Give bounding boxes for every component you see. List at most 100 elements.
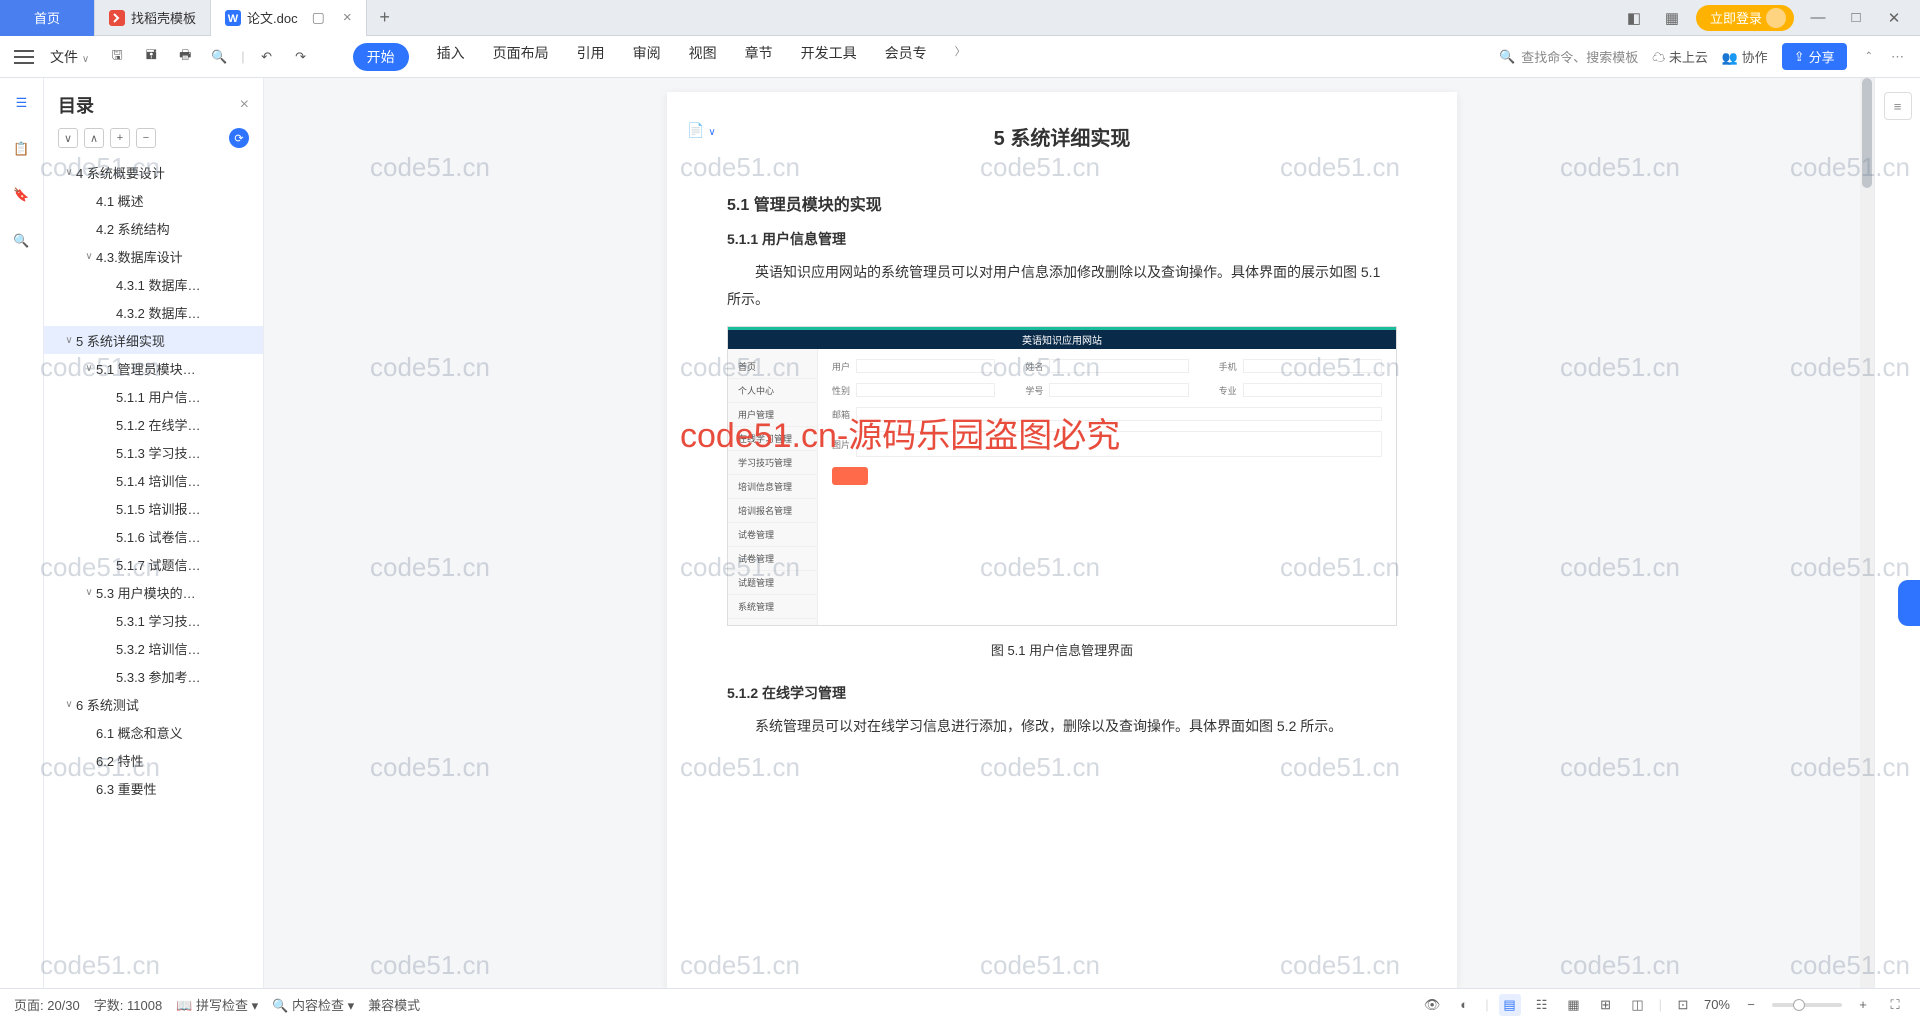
outline-node[interactable]: 5.3.3 参加考… [44,662,263,690]
figure-caption: 图 5.1 用户信息管理界面 [727,640,1397,659]
file-menu[interactable]: 文件 ∨ [44,47,95,67]
saveas-icon[interactable]: 🖬 [139,45,163,69]
outline-node[interactable]: 5.3.2 培训信… [44,634,263,662]
ribbon-tab-member[interactable]: 会员专 [885,43,927,71]
outline-node[interactable]: 5.3.1 学习技… [44,606,263,634]
tab-home[interactable]: 首页 [0,0,95,36]
zoom-slider[interactable] [1772,1003,1842,1007]
view-page-icon[interactable]: ▤ [1499,994,1521,1016]
print-icon[interactable]: 🖶 [173,45,197,69]
command-search[interactable]: 🔍查找命令、搜索模板 [1499,47,1638,66]
apps-icon[interactable]: ▦ [1658,4,1686,32]
document-area[interactable]: 📄 ∨ 5 系统详细实现 5.1 管理员模块的实现 5.1.1 用户信息管理 英… [264,78,1860,988]
close-button[interactable]: ✕ [1880,4,1908,32]
view-outline-icon[interactable]: ☷ [1531,994,1553,1016]
ribbon-tab-view[interactable]: 视图 [689,43,717,71]
outline-node[interactable]: ∨4.3.数据库设计 [44,242,263,270]
outline-icon[interactable]: ☰ [11,92,33,114]
outline-label: 5.1.5 培训报… [116,499,255,518]
ribbon-tab-chapter[interactable]: 章节 [745,43,773,71]
popout-icon[interactable]: ▢ [312,9,325,26]
tab-new[interactable]: + [367,0,403,36]
bookmark-icon[interactable]: 🔖 [11,184,33,206]
zoom-fit-icon[interactable]: ⊡ [1672,994,1694,1016]
tab-doc[interactable]: W 论文.doc ▢ × [211,0,367,36]
outline-node[interactable]: 5.1.3 学习技… [44,438,263,466]
hamburger-icon[interactable] [14,50,34,64]
ribbon-tab-insert[interactable]: 插入 [437,43,465,71]
ribbon-tab-dev[interactable]: 开发工具 [801,43,857,71]
login-button[interactable]: 立即登录 [1696,5,1794,31]
outline-node[interactable]: 5.1.6 试卷信… [44,522,263,550]
outline-node[interactable]: 4.3.2 数据库… [44,298,263,326]
outline-node[interactable]: 5.1.7 试题信… [44,550,263,578]
ribbon-more-icon[interactable]: 〉 [955,43,966,71]
view-read-icon[interactable]: ⊞ [1595,994,1617,1016]
add-heading-icon[interactable]: + [110,128,130,148]
ribbon-more[interactable]: ⋯ [1891,49,1906,65]
cloud-status[interactable]: ☁ 未上云 [1652,47,1708,66]
outline-node[interactable]: 6.3 重要性 [44,774,263,802]
compat-mode[interactable]: 兼容模式 [368,995,420,1014]
outline-node[interactable]: 5.1.1 用户信… [44,382,263,410]
undo-icon[interactable]: ↶ [255,45,279,69]
ribbon-tab-layout[interactable]: 页面布局 [493,43,549,71]
zoom-out-icon[interactable]: − [1740,994,1762,1016]
outline-node[interactable]: 6.1 概念和意义 [44,718,263,746]
focus-icon[interactable]: ◐ [1453,994,1475,1016]
outline-node[interactable]: ∨5 系统详细实现 [44,326,263,354]
maximize-button[interactable]: □ [1842,4,1870,32]
eye-icon[interactable]: 👁 [1421,994,1443,1016]
outline-node[interactable]: 5.1.4 培训信… [44,466,263,494]
outline-close-icon[interactable]: × [240,96,249,114]
remove-heading-icon[interactable]: − [136,128,156,148]
zoom-value[interactable]: 70% [1704,997,1730,1012]
ribbon-tab-review[interactable]: 审阅 [633,43,661,71]
minimize-button[interactable]: — [1804,4,1832,32]
collab-button[interactable]: 👥 协作 [1722,47,1768,66]
page-type-icon[interactable]: 📄 ∨ [687,122,716,139]
side-handle[interactable] [1898,580,1920,626]
outline-node[interactable]: 5.1.5 培训报… [44,494,263,522]
layout-icon[interactable]: ◧ [1620,4,1648,32]
page-indicator[interactable]: 页面: 20/30 [14,995,80,1014]
chevron-icon: ∨ [82,587,96,598]
ribbon-tab-start[interactable]: 开始 [353,43,409,71]
word-count[interactable]: 字数: 11008 [94,995,162,1014]
expand-all-icon[interactable]: ∧ [84,128,104,148]
outline-sync-icon[interactable]: ⟳ [229,128,249,148]
scrollbar[interactable] [1860,78,1874,988]
tab-bar: 首页 找稻壳模板 W 论文.doc ▢ × + ◧ ▦ 立即登录 — □ ✕ [0,0,1920,36]
right-panel-toggle-icon[interactable]: ≡ [1884,92,1912,120]
close-icon[interactable]: × [343,9,352,26]
ribbon-tab-ref[interactable]: 引用 [577,43,605,71]
scroll-thumb[interactable] [1862,78,1872,188]
outline-node[interactable]: 4.2 系统结构 [44,214,263,242]
ribbon-collapse-icon[interactable]: ⌃ [1861,51,1877,62]
clipboard-icon[interactable]: 📋 [11,138,33,160]
figure-nav-item: 试卷管理 [728,523,817,547]
share-button[interactable]: ⇪分享 [1782,43,1847,70]
redo-icon[interactable]: ↷ [289,45,313,69]
zoom-in-icon[interactable]: + [1852,994,1874,1016]
outline-node[interactable]: ∨4 系统概要设计 [44,158,263,186]
collapse-all-icon[interactable]: ∨ [58,128,78,148]
content-check-button[interactable]: 🔍 内容检查 ▾ [272,995,354,1014]
fullscreen-icon[interactable]: ⛶ [1884,994,1906,1016]
preview-icon[interactable]: 🔍 [207,45,231,69]
save-icon[interactable]: 🖫 [105,45,129,69]
outline-node[interactable]: ∨5.1 管理员模块… [44,354,263,382]
outline-node[interactable]: 4.3.1 数据库… [44,270,263,298]
outline-label: 5.3 用户模块的… [96,583,255,602]
outline-node[interactable]: ∨6 系统测试 [44,690,263,718]
outline-node[interactable]: 6.2 特性 [44,746,263,774]
find-icon[interactable]: 🔍 [11,230,33,252]
outline-node[interactable]: 4.1 概述 [44,186,263,214]
view-draft-icon[interactable]: ◫ [1627,994,1649,1016]
outline-panel: 目录 × ∨ ∧ + − ⟳ ∨4 系统概要设计4.1 概述4.2 系统结构∨4… [44,78,264,988]
view-web-icon[interactable]: ▦ [1563,994,1585,1016]
tab-template[interactable]: 找稻壳模板 [95,0,211,36]
outline-node[interactable]: ∨5.3 用户模块的… [44,578,263,606]
spellcheck-button[interactable]: 📖 拼写检查 ▾ [176,995,258,1014]
outline-node[interactable]: 5.1.2 在线学… [44,410,263,438]
